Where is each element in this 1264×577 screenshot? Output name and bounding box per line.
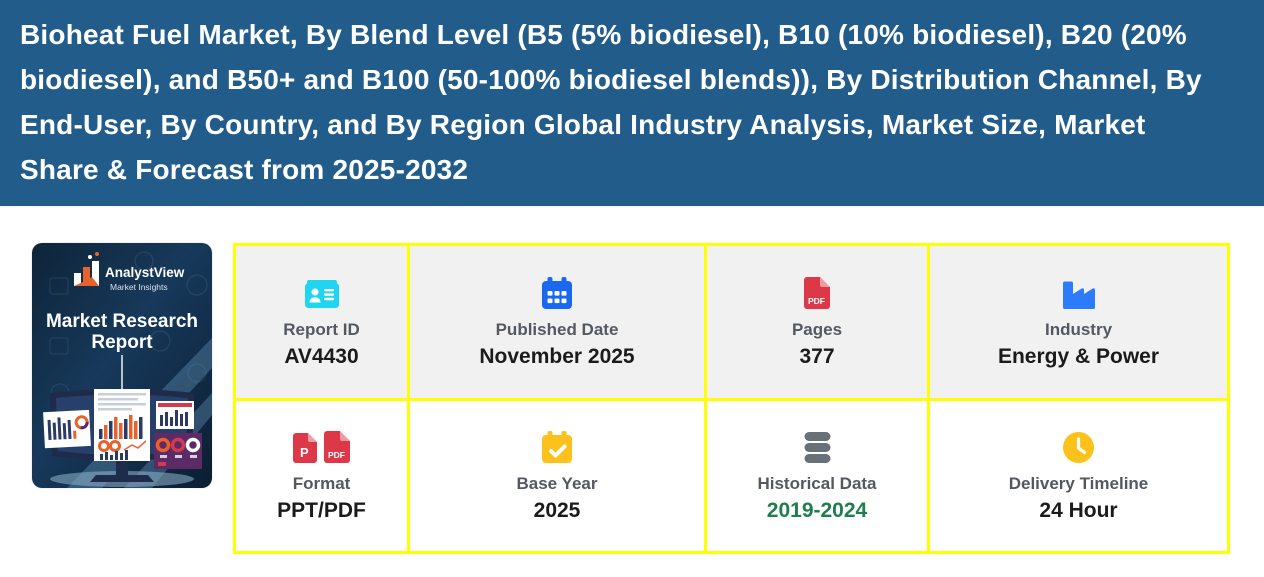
thumbnail-brand-tagline: Market Insights [110, 282, 168, 292]
info-card-value: Energy & Power [998, 345, 1159, 369]
info-card-value: 377 [799, 345, 834, 369]
pdf-file-icon: PDF [324, 431, 350, 463]
info-card-label: Industry [1045, 320, 1112, 340]
info-card-value: 24 Hour [1039, 499, 1117, 523]
info-card-label: Pages [792, 320, 842, 340]
svg-text:P: P [300, 445, 309, 460]
info-card-label: Published Date [496, 320, 619, 340]
page-title: Bioheat Fuel Market, By Blend Level (B5 … [20, 12, 1230, 192]
thumbnail-brand-name: AnalystView [105, 265, 185, 280]
info-card-value: November 2025 [479, 345, 634, 369]
info-card-value: AV4430 [284, 345, 358, 369]
info-card-label: Report ID [283, 320, 360, 340]
page-header: Bioheat Fuel Market, By Blend Level (B5 … [0, 0, 1264, 206]
svg-text:PDF: PDF [808, 296, 825, 306]
svg-text:PDF: PDF [328, 450, 345, 460]
info-card-format: P PDF Format PPT/PDF [236, 401, 407, 551]
info-card-value: 2019-2024 [767, 499, 867, 523]
report-meta-grid: Report ID AV4430 [233, 243, 1230, 554]
info-card-label: Format [293, 474, 351, 494]
id-card-icon [304, 275, 340, 309]
report-cover-thumbnail: AnalystView Market Insights Market Resea… [32, 243, 212, 488]
report-summary-section: AnalystView Market Insights Market Resea… [0, 206, 1264, 554]
info-card-delivery-timeline: Delivery Timeline 24 Hour [930, 401, 1227, 551]
database-icon [804, 429, 831, 463]
info-card-value: PPT/PDF [277, 499, 366, 523]
ppt-pdf-file-icons: P PDF [293, 429, 350, 463]
thumbnail-caption-line2: Report [91, 332, 153, 353]
factory-icon [1063, 275, 1095, 309]
thumbnail-caption-line1: Market Research [46, 311, 198, 332]
info-card-label: Base Year [517, 474, 598, 494]
info-card-published-date: Published Date November 2025 [410, 246, 704, 398]
info-card-value: 2025 [534, 499, 581, 523]
info-card-industry: Industry Energy & Power [930, 246, 1227, 398]
info-card-historical-data: Historical Data 2019-2024 [707, 401, 927, 551]
info-card-label: Historical Data [757, 474, 876, 494]
pdf-file-icon: PDF [804, 275, 830, 309]
calendar-icon [542, 275, 572, 309]
calendar-check-icon [542, 429, 572, 463]
info-card-label: Delivery Timeline [1009, 474, 1149, 494]
info-card-base-year: Base Year 2025 [410, 401, 704, 551]
ppt-file-icon: P [293, 433, 317, 463]
info-card-report-id: Report ID AV4430 [236, 246, 407, 398]
clock-icon [1063, 429, 1094, 463]
report-thumbnail-illustration: AnalystView Market Insights Market Resea… [32, 243, 212, 488]
info-card-pages: PDF Pages 377 [707, 246, 927, 398]
